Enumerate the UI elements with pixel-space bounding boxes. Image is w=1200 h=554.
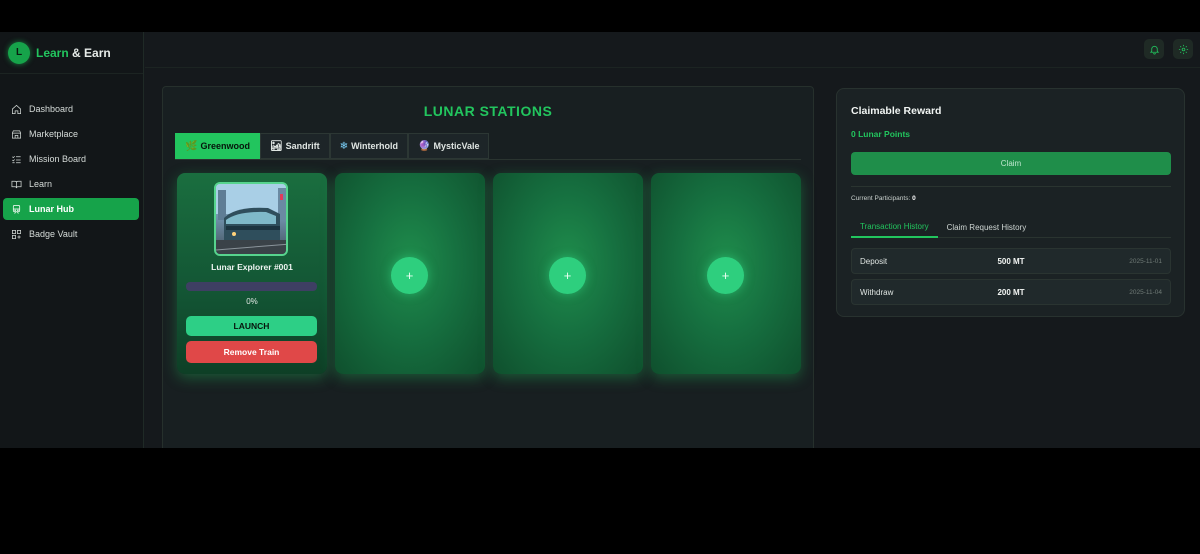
sidebar-item-label: Learn: [29, 179, 53, 189]
sidebar-item-learn[interactable]: Learn: [3, 173, 139, 195]
notifications-button[interactable]: [1144, 39, 1164, 59]
progress-label: 0%: [246, 297, 258, 306]
settings-button[interactable]: [1173, 39, 1193, 59]
train-icon: [12, 204, 21, 214]
brand-name-rest: & Earn: [68, 45, 111, 60]
sidebar-item-dashboard[interactable]: Dashboard: [3, 98, 139, 120]
tab-label: MysticVale: [433, 141, 480, 151]
station-tabs: 🌿 Greenwood 🏜 Sandrift ❄ Winterhold 🔮 My…: [175, 133, 801, 160]
app-window: L Learn & Earn Dashboard Marketplace Mis…: [0, 32, 1200, 448]
leaf-icon: 🌿: [185, 140, 198, 152]
logo: L: [8, 41, 30, 64]
gear-icon: [1178, 44, 1188, 54]
participants-value: 0: [912, 195, 916, 202]
empty-slot: +: [651, 173, 801, 374]
history-amount: 500 MT: [997, 256, 1025, 266]
reward-points: 0 Lunar Points: [851, 129, 911, 139]
train-image: [214, 182, 288, 256]
tab-mysticvale[interactable]: 🔮 MysticVale: [408, 133, 490, 159]
tab-label: Sandrift: [285, 141, 320, 151]
add-train-button[interactable]: +: [391, 257, 428, 294]
sidebar-item-mission-board[interactable]: Mission Board: [3, 148, 139, 170]
grid-plus-icon: [12, 229, 21, 239]
sidebar-item-marketplace[interactable]: Marketplace: [3, 123, 139, 145]
empty-slot: +: [493, 173, 643, 374]
tab-transaction-history[interactable]: Transaction History: [851, 216, 938, 238]
brand[interactable]: L Learn & Earn: [0, 32, 143, 74]
train-card: Lunar Explorer #001 0% LAUNCH Remove Tra…: [177, 173, 327, 374]
add-train-button[interactable]: +: [549, 257, 586, 294]
history-date: 2025-11-04: [1129, 288, 1162, 296]
snowflake-icon: ❄: [339, 140, 349, 152]
sidebar-item-label: Badge Vault: [29, 229, 78, 239]
store-icon: [12, 129, 21, 139]
launch-button[interactable]: LAUNCH: [186, 316, 317, 336]
tab-claim-request-history[interactable]: Claim Request History: [938, 216, 1036, 238]
tab-winterhold[interactable]: ❄ Winterhold: [329, 133, 408, 159]
tab-label: Greenwood: [200, 141, 250, 151]
lunar-stations-panel: LUNAR STATIONS 🌿 Greenwood 🏜 Sandrift ❄ …: [162, 86, 814, 448]
book-icon: [11, 180, 22, 188]
bell-icon: [1149, 45, 1159, 54]
list-check-icon: [12, 155, 21, 163]
claimable-reward-panel: Claimable Reward 0 Lunar Points Claim Cu…: [836, 88, 1185, 317]
sidebar-item-lunar-hub[interactable]: Lunar Hub: [3, 198, 139, 220]
sidebar-item-label: Dashboard: [29, 104, 74, 114]
progress-bar: [186, 282, 317, 291]
history-row: Withdraw 200 MT 2025-11-04: [851, 279, 1171, 305]
participants: Current Participants: 0: [851, 195, 916, 202]
page-title: LUNAR STATIONS: [423, 103, 553, 119]
participants-label: Current Participants:: [851, 195, 911, 202]
remove-train-button[interactable]: Remove Train: [186, 341, 317, 363]
add-train-button[interactable]: +: [707, 257, 744, 294]
tab-label: Winterhold: [351, 141, 398, 151]
sidebar-nav: Dashboard Marketplace Mission Board Lear…: [3, 98, 139, 248]
train-illustration: [216, 184, 286, 254]
tab-sandrift[interactable]: 🏜 Sandrift: [259, 133, 330, 159]
divider: [851, 186, 1171, 187]
tab-greenwood[interactable]: 🌿 Greenwood: [175, 133, 260, 159]
train-name: Lunar Explorer #001: [211, 262, 293, 272]
reward-title: Claimable Reward: [851, 105, 942, 117]
desert-icon: 🏜: [269, 140, 283, 152]
sidebar-item-label: Lunar Hub: [29, 204, 74, 214]
sidebar-item-label: Marketplace: [29, 129, 79, 139]
history-tabs: Transaction History Claim Request Histor…: [851, 216, 1171, 238]
top-bar: [145, 32, 1200, 68]
sidebar-item-badge-vault[interactable]: Badge Vault: [3, 223, 139, 245]
claim-button[interactable]: Claim: [851, 152, 1171, 175]
sidebar: L Learn & Earn Dashboard Marketplace Mis…: [0, 32, 144, 448]
home-icon: [12, 104, 21, 114]
station-slots: Lunar Explorer #001 0% LAUNCH Remove Tra…: [177, 173, 809, 374]
history-date: 2025-11-01: [1129, 257, 1162, 265]
sidebar-item-label: Mission Board: [29, 154, 87, 164]
history-row: Deposit 500 MT 2025-11-01: [851, 248, 1171, 274]
crystal-ball-icon: 🔮: [418, 140, 431, 152]
empty-slot: +: [335, 173, 485, 374]
brand-name-accent: Learn: [36, 45, 69, 60]
brand-name: Learn & Earn: [36, 46, 111, 60]
history-amount: 200 MT: [997, 287, 1025, 297]
